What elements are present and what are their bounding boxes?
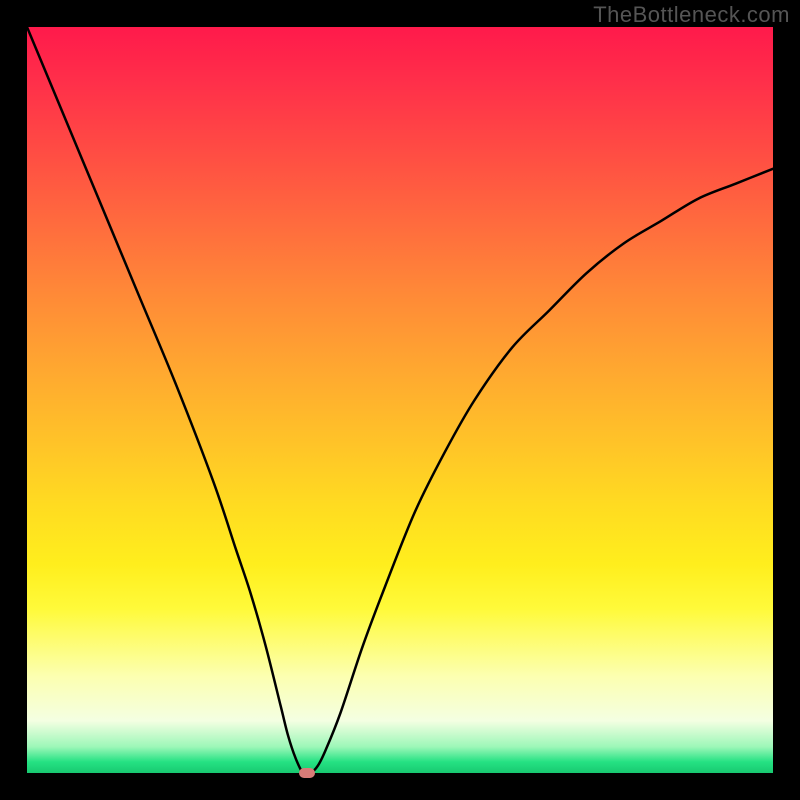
curve-path: [27, 27, 773, 773]
minimum-marker: [299, 768, 315, 778]
chart-frame: TheBottleneck.com: [0, 0, 800, 800]
plot-area: [27, 27, 773, 773]
watermark-text: TheBottleneck.com: [593, 2, 790, 28]
bottleneck-curve: [27, 27, 773, 773]
